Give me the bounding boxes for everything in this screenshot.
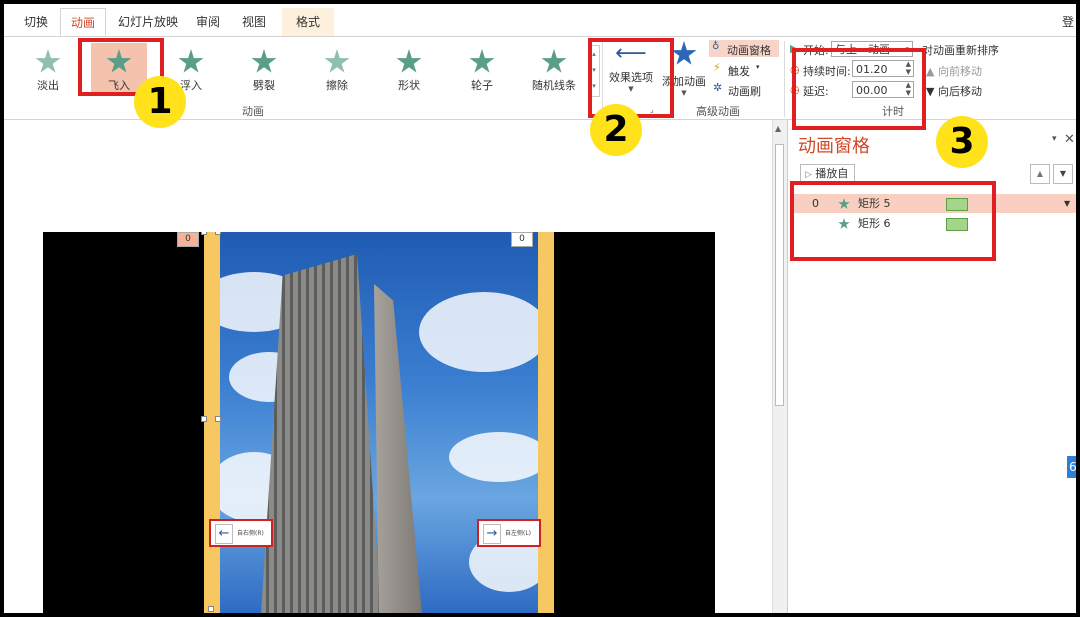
move-earlier-button[interactable]: ▲ 向前移动 [926,63,982,79]
move-down-button[interactable]: ▼ [1053,164,1073,184]
tab-review[interactable]: 审阅 [196,13,220,30]
wheel-star-icon [469,49,495,73]
highlight-timing [792,48,926,130]
slide-workspace: 0 0 ← 自右侧(R) → 自左侧(L) [4,120,772,613]
tab-animations[interactable]: 动画 [60,8,107,36]
group-label-advanced: 高级动画 [696,105,740,118]
resize-handle[interactable] [208,606,214,612]
animation-tag-right: 0 [511,232,533,247]
shape-star-icon [396,49,422,73]
pane-icon: ♁ [712,41,720,52]
split-star-icon [251,49,277,73]
cloud [449,432,539,482]
pane-menu-icon[interactable]: ▾ [1052,134,1057,144]
rectangle-left[interactable] [204,232,220,613]
tab-transitions[interactable]: 切换 [24,13,48,30]
from-right-option[interactable]: ← 自右侧(R) [209,519,273,547]
animation-pane-toggle[interactable]: ♁ 动画窗格 [709,40,779,57]
float-in-star-icon [178,49,204,73]
callout-3: 3 [936,116,988,168]
divider [784,41,785,117]
ribbon-tab-bar: 切换 动画 幻灯片放映 审阅 视图 格式 登 [4,4,1076,37]
scroll-up-icon[interactable]: ▲ [775,124,781,133]
slide-canvas[interactable]: 0 0 ← 自右侧(R) → 自左侧(L) [43,232,715,613]
tab-slideshow[interactable]: 幻灯片放映 [118,13,178,30]
effect-wipe[interactable]: 擦除 [309,43,365,95]
painter-icon: ✲ [713,81,723,94]
arrow-left-icon: ← [215,524,233,544]
arrow-right-icon: → [483,524,501,544]
tab-view[interactable]: 视图 [242,13,266,30]
building-photo[interactable] [219,232,539,613]
resize-handle[interactable] [201,232,207,235]
group-label-animation: 动画 [242,105,264,118]
animation-pane-title: 动画窗格 [798,136,870,157]
resize-handle[interactable] [201,416,207,422]
move-up-button[interactable]: ▲ [1030,164,1050,184]
callout-2: 2 [590,104,642,156]
animation-painter-button[interactable]: ✲ 动画刷 [710,81,780,98]
lightning-icon: ⚡ [713,61,721,74]
effect-split[interactable]: 劈裂 [236,43,292,95]
side-badge: 6 [1067,456,1076,478]
resize-handle[interactable] [215,232,221,235]
from-left-option[interactable]: → 自左侧(L) [477,519,541,547]
move-later-button[interactable]: ▼ 向后移动 [926,83,982,99]
wipe-star-icon [324,49,350,73]
effect-fade[interactable]: 淡出 [20,43,76,95]
chevron-down-icon[interactable]: ▼ [1064,194,1070,213]
fade-star-icon [35,49,61,73]
resize-handle[interactable] [215,416,221,422]
vertical-scrollbar[interactable]: ▲ [772,120,787,613]
highlight-effect-options [588,38,674,118]
rectangle-right[interactable] [538,232,554,613]
trigger-button[interactable]: ⚡ 触发 ▾ [710,61,780,78]
effect-wheel[interactable]: 轮子 [454,43,510,95]
powerpoint-window: 切换 动画 幻灯片放映 审阅 视图 格式 登 淡出 飞入 浮入 劈裂 擦除 形状… [4,4,1076,613]
chevron-down-icon: ▾ [756,63,760,71]
callout-1: 1 [134,76,186,128]
scroll-thumb[interactable] [775,144,784,406]
reorder-label: 对动画重新排序 [922,44,999,57]
effect-shape[interactable]: 形状 [381,43,437,95]
animation-tag-left: 0 [177,232,199,247]
effect-random-bars[interactable]: 随机线条 [526,43,582,95]
login-link[interactable]: 登 [1062,13,1074,30]
cloud [419,292,539,372]
add-animation-star-icon [671,41,697,65]
tab-format[interactable]: 格式 [282,8,335,36]
random-bars-star-icon [541,49,567,73]
play-icon: ▷ [805,170,812,180]
highlight-animation-list [790,181,996,261]
close-icon[interactable]: ✕ [1064,132,1075,147]
skyscraper-side [374,284,422,613]
